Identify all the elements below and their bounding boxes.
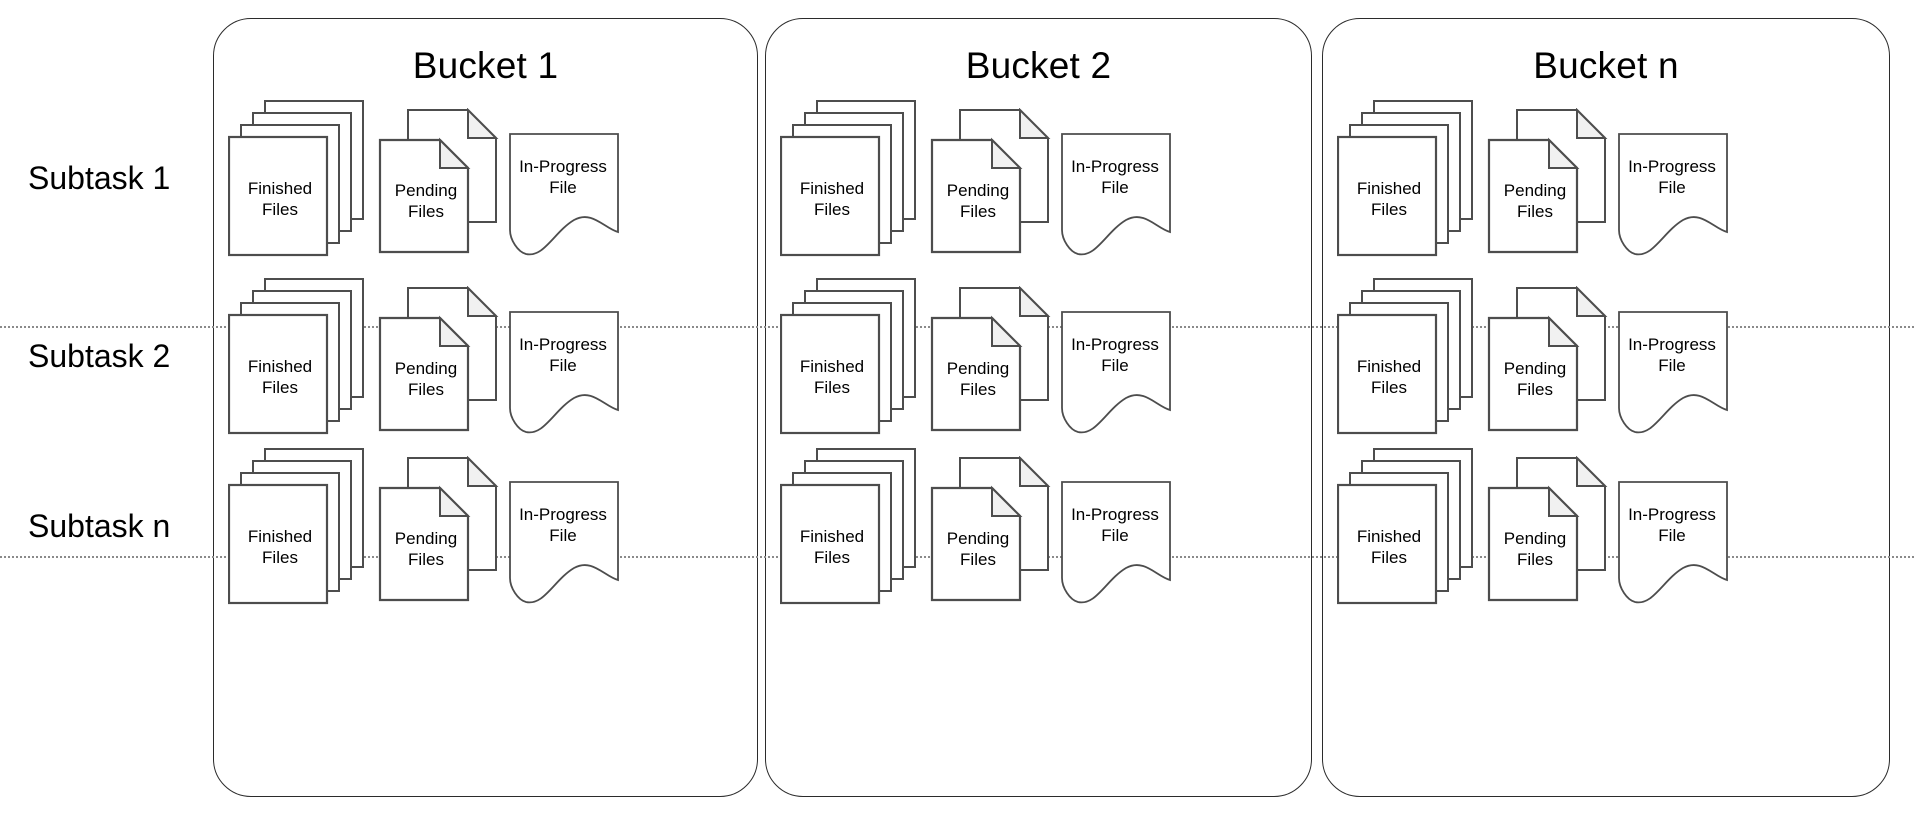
pending-files-icon[interactable]: Pending Files [1487,108,1608,256]
finished-files-stack-icon[interactable]: Finished Files [228,100,376,257]
in-progress-file-icon[interactable]: In-Progress File [1617,480,1728,605]
in-progress-file-icon[interactable]: In-Progress File [1617,310,1728,435]
pending-files-icon[interactable]: Pending Files [1487,286,1608,434]
bucket-title-3: Bucket n [1533,45,1679,86]
in-progress-file-icon[interactable]: In-Progress File [1060,480,1171,605]
row-label-subtask-1: Subtask 1 [28,160,171,196]
bucket-title-2: Bucket 2 [965,45,1112,86]
finished-files-stack-icon[interactable]: Finished Files [780,448,928,605]
pending-files-icon[interactable]: Pending Files [1487,456,1608,604]
pending-files-icon[interactable]: Pending Files [378,456,499,604]
diagram-canvas: Bucket 1 Bucket 2 Bucket n Subtask 1 Subtas… [0,0,1914,816]
finished-files-stack-icon[interactable]: Finished Files [228,448,376,605]
in-progress-file-icon[interactable]: In-Progress File [1617,132,1728,257]
pending-files-icon[interactable]: Pending Files [930,456,1051,604]
in-progress-file-icon[interactable]: In-Progress File [508,310,619,435]
in-progress-file-icon[interactable]: In-Progress File [508,480,619,605]
pending-files-icon[interactable]: Pending Files [930,108,1051,256]
pending-files-icon[interactable]: Pending Files [378,108,499,256]
row-label-subtask-3: Subtask n [28,508,171,544]
finished-files-stack-icon[interactable]: Finished Files [228,278,376,435]
finished-files-stack-icon[interactable]: Finished Files [1337,278,1485,435]
in-progress-file-icon[interactable]: In-Progress File [1060,132,1171,257]
bucket-title-1: Bucket 1 [412,45,559,86]
in-progress-file-icon[interactable]: In-Progress File [508,132,619,257]
finished-files-stack-icon[interactable]: Finished Files [1337,100,1485,257]
finished-files-stack-icon[interactable]: Finished Files [780,278,928,435]
pending-files-icon[interactable]: Pending Files [378,286,499,434]
pending-files-icon[interactable]: Pending Files [930,286,1051,434]
row-label-subtask-2: Subtask 2 [28,338,171,374]
in-progress-file-icon[interactable]: In-Progress File [1060,310,1171,435]
finished-files-stack-icon[interactable]: Finished Files [780,100,928,257]
finished-files-stack-icon[interactable]: Finished Files [1337,448,1485,605]
